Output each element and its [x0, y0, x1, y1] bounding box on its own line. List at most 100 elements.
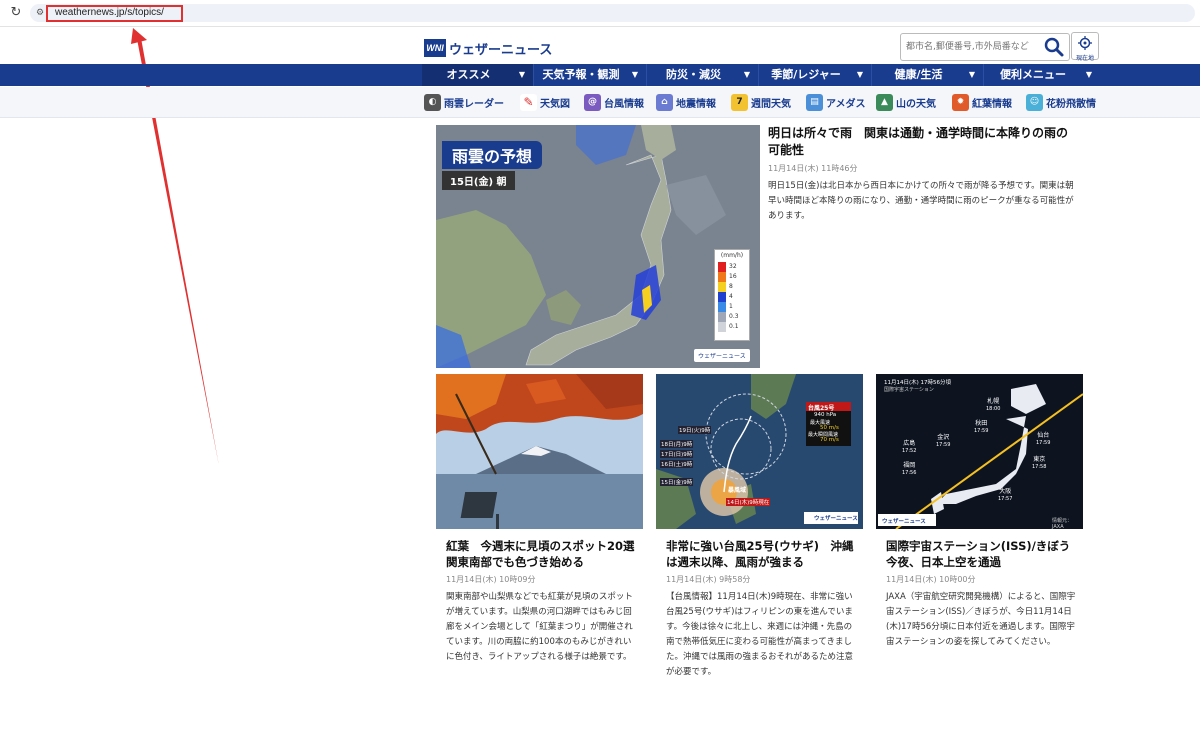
current-location-button[interactable]: 現在地 [1071, 32, 1099, 62]
chevron-down-icon: ▼ [743, 70, 750, 79]
iss-time: 17:59 [974, 428, 989, 434]
autumn-leaves-image[interactable] [436, 374, 643, 529]
track-time-label: 15日(金)9時 [660, 478, 694, 486]
legend-value: 1 [729, 303, 733, 310]
iss-city: 仙台 [1037, 432, 1050, 439]
quick-link-label: 花粉飛散情 [1046, 98, 1096, 110]
url-highlight-box [46, 5, 183, 22]
nav-item-health[interactable]: 健康/生活 ▼ [872, 64, 984, 86]
nav-item-season[interactable]: 季節/レジャー ▼ [759, 64, 872, 86]
chevron-down-icon: ▼ [631, 70, 638, 79]
track-time-label: 16日(土)9時 [660, 460, 694, 468]
nav-item-disaster[interactable]: 防災・減災 ▼ [647, 64, 759, 86]
iss-time: 17:52 [902, 448, 917, 454]
autumn-lake-graphic [436, 374, 643, 529]
card-headline[interactable]: 非常に強い台風25号(ウサギ) 沖縄は週末以降、風雨が強まる [666, 538, 856, 570]
featured-headline[interactable]: 明日は所々で雨 関東は通勤・通学時間に本降りの雨の可能性 [768, 125, 1078, 159]
current-location-label: 現在地 [1075, 55, 1094, 62]
quick-link-label: 週間天気 [751, 98, 791, 110]
quick-link-label: 雨雲レーダー [444, 98, 504, 110]
featured-article[interactable]: 雨雲の予想 15日(金) 朝 (mm/h) 32 16 8 4 1 0.3 0.… [436, 125, 1083, 368]
iss-city-time: 東京 17:58 [1032, 454, 1046, 470]
site-info-icon[interactable]: ⚙ [36, 8, 46, 18]
nav-label: オススメ [446, 68, 491, 81]
featured-article-text: 明日は所々で雨 関東は通勤・通学時間に本降りの雨の可能性 11月14日(木) 1… [768, 125, 1078, 224]
nav-label: 便利メニュー [1000, 68, 1066, 81]
quick-link-label: 台風情報 [604, 98, 644, 110]
nav-item-recommend[interactable]: オススメ ▼ [422, 64, 534, 86]
card-headline[interactable]: 国際宇宙ステーション(ISS)/きぼう 今夜、日本上空を通過 [886, 538, 1082, 570]
iss-city-time: 福岡 17:56 [902, 460, 916, 476]
iss-credit: 情報元：JAXA [1052, 518, 1073, 529]
quick-link-label: 紅葉情報 [972, 98, 1012, 110]
chevron-down-icon: ▼ [518, 70, 525, 79]
legend-value: 4 [729, 293, 733, 300]
article-card-iss[interactable]: 11月14日(木) 17時56分頃 国際宇宙ステーション 札幌 18:00 秋田 1… [876, 374, 1083, 727]
iss-label: 国際宇宙ステーション [884, 387, 934, 393]
typhoon-icon: @ [584, 93, 601, 111]
iss-city: 金沢 [937, 434, 950, 441]
iss-city: 東京 [1033, 456, 1046, 463]
quick-link-autumn-leaves[interactable]: ✹ 紅葉情報 [952, 92, 1012, 112]
nav-label: 防災・減災 [666, 68, 721, 81]
iss-brand-watermark: ウェザーニュース [882, 519, 926, 525]
pollen-icon: ☺ [1026, 93, 1043, 111]
legend-value: 8 [729, 283, 733, 290]
legend-swatch [718, 312, 726, 322]
storm-area-label: 暴風域 [728, 487, 747, 494]
track-time-label: 19日(火)9時 [678, 426, 712, 434]
quick-link-weather-map[interactable]: ✎ 天気図 [520, 92, 570, 112]
quick-link-radar[interactable]: ◐ 雨雲レーダー [424, 92, 504, 112]
card-timestamp: 11月14日(木) 10時09分 [446, 575, 536, 584]
rain-forecast-map-image[interactable]: 雨雲の予想 15日(金) 朝 (mm/h) 32 16 8 4 1 0.3 0.… [436, 125, 760, 368]
nav-item-tools[interactable]: 便利メニュー ▼ [984, 64, 1100, 86]
quick-link-label: 地震情報 [676, 98, 716, 110]
card-timestamp: 11月14日(木) 9時58分 [666, 575, 751, 584]
precipitation-legend: (mm/h) 32 16 8 4 1 0.3 0.1 [714, 249, 750, 341]
legend-swatch [718, 302, 726, 312]
iss-city-time: 秋田 17:59 [974, 418, 988, 434]
legend-swatch [718, 282, 726, 292]
chevron-down-icon: ▼ [1085, 70, 1092, 79]
article-card-typhoon[interactable]: 台風25号 940 hPa 最大風速 50 m/s 最大瞬間風速 70 m/s … [656, 374, 863, 727]
iss-pass-map-image[interactable]: 11月14日(木) 17時56分頃 国際宇宙ステーション 札幌 18:00 秋田 1… [876, 374, 1083, 529]
logo-text: ウェザーニュース [449, 42, 553, 58]
legend-swatch [718, 292, 726, 302]
iss-city-time: 札幌 18:00 [986, 396, 1000, 412]
quick-link-amedas[interactable]: ▤ アメダス [806, 92, 866, 112]
iss-time: 17:58 [1032, 464, 1047, 470]
article-card-autumn-leaves[interactable]: 紅葉 今週末に見頃のスポット20選 関東南部でも色づき始める 11月14日(木)… [436, 374, 646, 727]
radar-icon: ◐ [424, 93, 441, 111]
nav-label: 健康/生活 [894, 68, 943, 81]
quick-link-mountain[interactable]: ▲ 山の天気 [876, 92, 936, 112]
card-headline[interactable]: 紅葉 今週末に見頃のスポット20選 関東南部でも色づき始める [446, 538, 646, 570]
nav-item-forecast[interactable]: 天気予報・観測 ▼ [534, 64, 647, 86]
reload-icon[interactable]: ↻ [8, 5, 24, 21]
search-icon[interactable] [1043, 36, 1065, 58]
legend-value: 16 [729, 273, 737, 280]
chevron-down-icon: ▼ [968, 70, 975, 79]
quick-link-typhoon[interactable]: @ 台風情報 [584, 92, 644, 112]
card-timestamp: 11月14日(木) 10時00分 [886, 575, 976, 584]
legend-value: 0.3 [729, 313, 739, 320]
address-bar[interactable] [30, 4, 1195, 22]
quick-link-weekly[interactable]: 7 週間天気 [731, 92, 791, 112]
typhoon-label: 台風25号 [808, 405, 835, 412]
card-summary: JAXA（宇宙航空研究開発機構）によると、国際宇宙ステーション(ISS)／きぼう… [886, 592, 1076, 647]
legend-value: 32 [729, 263, 737, 270]
crosshair-icon [1078, 36, 1092, 50]
site-logo[interactable]: WNI ウェザーニュース [424, 38, 552, 58]
card-text: 紅葉 今週末に見頃のスポット20選 関東南部でも色づき始める 11月14日(木)… [446, 538, 646, 665]
map-title-badge: 雨雲の予想 [442, 141, 543, 169]
card-summary: 関東南部や山梨県などでも紅葉が見頃のスポットが増えています。山梨県の河口湖畔では… [446, 592, 633, 662]
legend-swatch [718, 262, 726, 272]
featured-summary: 明日15日(金)は北日本から西日本にかけての所々で雨が降る予想です。関東は朝早い… [768, 181, 1074, 221]
logo-mark: WNI [424, 39, 446, 57]
quick-link-pollen[interactable]: ☺ 花粉飛散情 [1026, 92, 1096, 112]
legend-value: 0.1 [729, 323, 739, 330]
quick-link-earthquake[interactable]: ⌂ 地震情報 [656, 92, 716, 112]
typhoon-track-image[interactable]: 台風25号 940 hPa 最大風速 50 m/s 最大瞬間風速 70 m/s … [656, 374, 863, 529]
search-input[interactable] [906, 39, 1041, 55]
iss-city: 大阪 [999, 488, 1012, 495]
track-time-label: 18日(月)9時 [660, 440, 694, 448]
